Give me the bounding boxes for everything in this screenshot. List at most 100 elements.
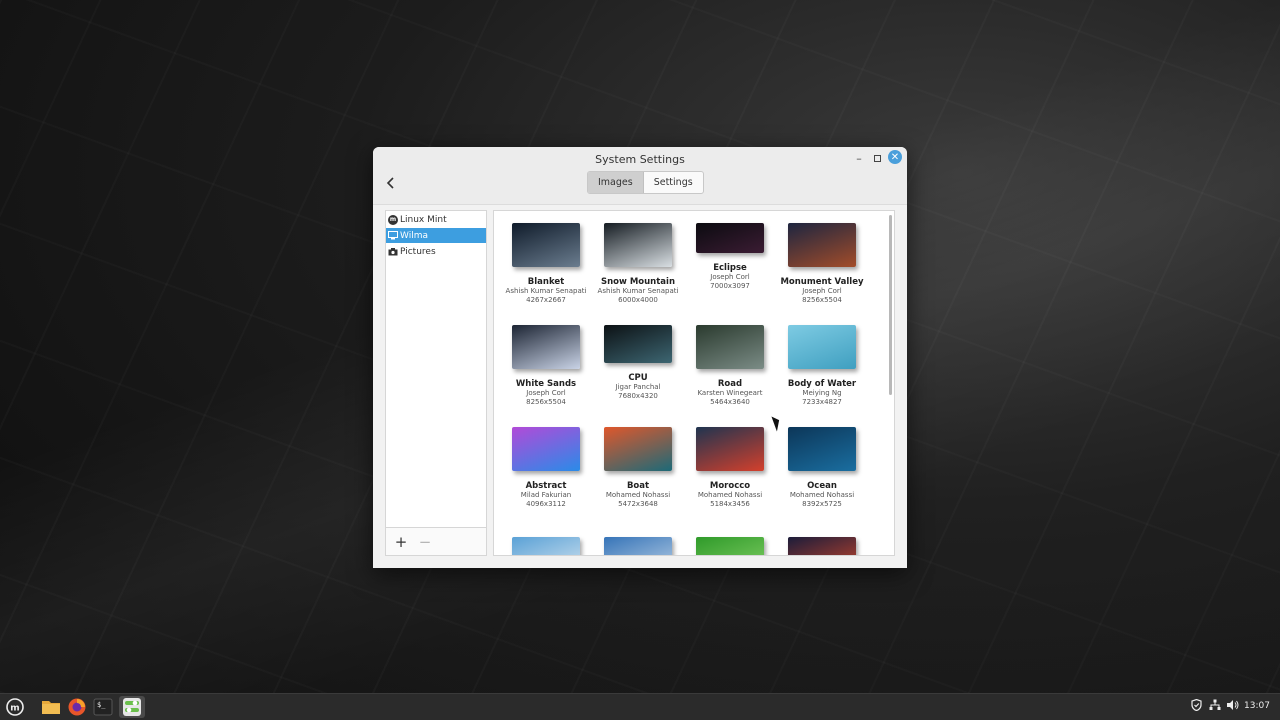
wallpaper-preview-image xyxy=(512,537,580,555)
wallpaper-thumbnail[interactable]: CPU Jigar Panchal 7680x4320 xyxy=(592,325,684,401)
wallpaper-author: Ashish Kumar Senapati xyxy=(597,287,679,295)
wallpaper-author: Jigar Panchal xyxy=(615,383,661,391)
wallpaper-resolution: 7000x3097 xyxy=(710,282,750,290)
wallpaper-resolution: 5472x3648 xyxy=(618,500,658,508)
system-settings-taskbar-button[interactable] xyxy=(119,696,145,718)
wallpaper-preview-image xyxy=(788,325,856,369)
sidebar-item-label: Linux Mint xyxy=(400,214,447,225)
wallpaper-preview-image xyxy=(788,427,856,471)
menu-button[interactable]: m xyxy=(4,696,26,718)
minimize-button[interactable]: – xyxy=(851,150,867,166)
minimize-icon: – xyxy=(856,151,862,165)
wallpaper-resolution: 8256x5504 xyxy=(526,398,566,406)
wallpaper-preview-image xyxy=(512,427,580,471)
wallpaper-thumbnail[interactable]: Monument Valley Joseph Corl 8256x5504 xyxy=(776,223,868,305)
wallpaper-author: Milad Fakurian xyxy=(520,491,572,499)
sidebar-item-linux-mint[interactable]: m Linux Mint xyxy=(386,212,486,227)
maximize-button[interactable] xyxy=(869,150,885,166)
wallpaper-thumbnail[interactable] xyxy=(684,537,776,555)
wallpaper-thumbnail[interactable] xyxy=(592,537,684,555)
wallpaper-name: Ocean xyxy=(807,481,837,491)
taskbar: m $_ 13:07 xyxy=(0,693,1280,720)
source-sidebar: m Linux Mint Wilma Pictures + − xyxy=(385,210,487,556)
wallpaper-name: Body of Water xyxy=(787,379,857,389)
sidebar-item-wilma[interactable]: Wilma xyxy=(386,228,486,243)
wallpaper-author: Ashish Kumar Senapati xyxy=(505,287,587,295)
wallpaper-resolution: 6000x4000 xyxy=(618,296,658,304)
wallpaper-author: Mohamed Nohassi xyxy=(697,491,763,499)
wallpaper-author: Joseph Corl xyxy=(710,273,750,281)
tab-images[interactable]: Images xyxy=(588,172,644,193)
clock[interactable]: 13:07 xyxy=(1244,701,1270,711)
network-icon[interactable] xyxy=(1209,699,1221,714)
wallpaper-preview-image xyxy=(696,537,764,555)
terminal-icon: $_ xyxy=(93,698,113,716)
wallpaper-name: Morocco xyxy=(709,481,751,491)
sidebar-item-pictures[interactable]: Pictures xyxy=(386,244,486,259)
wallpaper-thumbnail[interactable]: Snow Mountain Ashish Kumar Senapati 6000x4… xyxy=(592,223,684,305)
wallpaper-name: Blanket xyxy=(527,277,565,287)
back-button[interactable] xyxy=(383,175,399,191)
wallpaper-resolution: 8392x5725 xyxy=(802,500,842,508)
wallpaper-thumbnail[interactable]: Boat Mohamed Nohassi 5472x3648 xyxy=(592,427,684,509)
wallpaper-preview-image xyxy=(696,223,764,253)
wallpaper-thumbnail[interactable] xyxy=(500,537,592,555)
svg-text:m: m xyxy=(10,704,19,714)
wallpaper-preview-image xyxy=(604,427,672,471)
wallpaper-preview-image xyxy=(512,325,580,369)
remove-folder-button[interactable]: − xyxy=(414,532,436,552)
wallpaper-preview-image xyxy=(696,427,764,471)
firefox-icon xyxy=(68,698,86,716)
chevron-left-icon xyxy=(386,177,394,189)
wallpaper-thumbnail[interactable]: Ocean Mohamed Nohassi 8392x5725 xyxy=(776,427,868,509)
wallpaper-resolution: 5184x3456 xyxy=(710,500,750,508)
menu-icon: m xyxy=(6,698,24,716)
system-settings-window: System Settings – ✕ Images Settings m Li… xyxy=(373,147,907,568)
wallpaper-author: Mohamed Nohassi xyxy=(789,491,855,499)
svg-text:$_: $_ xyxy=(97,701,106,709)
close-button[interactable]: ✕ xyxy=(888,150,902,164)
camera-icon xyxy=(388,247,398,257)
wallpaper-author: Karsten Winegeart xyxy=(697,389,763,397)
wallpaper-thumbnail[interactable] xyxy=(776,537,868,555)
wallpaper-resolution: 4267x2667 xyxy=(526,296,566,304)
add-folder-button[interactable]: + xyxy=(390,532,412,552)
wallpaper-thumbnail[interactable]: Abstract Milad Fakurian 4096x3112 xyxy=(500,427,592,509)
wallpaper-thumbnail[interactable]: Morocco Mohamed Nohassi 5184x3456 xyxy=(684,427,776,509)
volume-icon[interactable] xyxy=(1226,699,1239,714)
wallpaper-name: CPU xyxy=(628,373,648,383)
wallpaper-name: Monument Valley xyxy=(780,277,864,287)
files-button[interactable] xyxy=(40,696,62,718)
wallpaper-preview-image xyxy=(696,325,764,369)
terminal-button[interactable]: $_ xyxy=(92,696,114,718)
wallpaper-author: Joseph Corl xyxy=(526,389,566,397)
wallpaper-thumbnail[interactable]: Blanket Ashish Kumar Senapati 4267x2667 xyxy=(500,223,592,305)
wallpaper-author: Meiying Ng xyxy=(802,389,842,397)
wallpaper-thumbnail[interactable]: Eclipse Joseph Corl 7000x3097 xyxy=(684,223,776,291)
wallpaper-author: Mohamed Nohassi xyxy=(605,491,671,499)
window-title: System Settings xyxy=(595,153,685,166)
close-icon: ✕ xyxy=(890,151,900,163)
files-icon xyxy=(42,701,60,714)
wallpaper-preview-image xyxy=(604,537,672,555)
wallpaper-name: White Sands xyxy=(515,379,577,389)
shield-icon[interactable] xyxy=(1191,698,1202,714)
monitor-icon xyxy=(388,231,398,241)
wallpaper-resolution: 5464x3640 xyxy=(710,398,750,406)
system-settings-icon xyxy=(123,698,141,716)
tab-settings[interactable]: Settings xyxy=(644,172,703,193)
wallpaper-thumbnail[interactable]: Body of Water Meiying Ng 7233x4827 xyxy=(776,325,868,407)
wallpaper-resolution: 8256x5504 xyxy=(802,296,842,304)
wallpaper-name: Snow Mountain xyxy=(601,277,675,287)
scrollbar[interactable] xyxy=(889,215,892,395)
wallpaper-thumbnail[interactable]: White Sands Joseph Corl 8256x5504 xyxy=(500,325,592,407)
wallpaper-thumbnail[interactable]: Road Karsten Winegeart 5464x3640 xyxy=(684,325,776,407)
sidebar-item-label: Wilma xyxy=(400,230,428,241)
wallpaper-grid: Blanket Ashish Kumar Senapati 4267x2667 Sno… xyxy=(493,210,895,556)
wallpaper-preview-image xyxy=(512,223,580,267)
wallpaper-preview-image xyxy=(788,537,856,555)
firefox-button[interactable] xyxy=(66,696,88,718)
wallpaper-resolution: 7680x4320 xyxy=(618,392,658,400)
wallpaper-preview-image xyxy=(604,223,672,267)
wallpaper-name: Abstract xyxy=(525,481,567,491)
